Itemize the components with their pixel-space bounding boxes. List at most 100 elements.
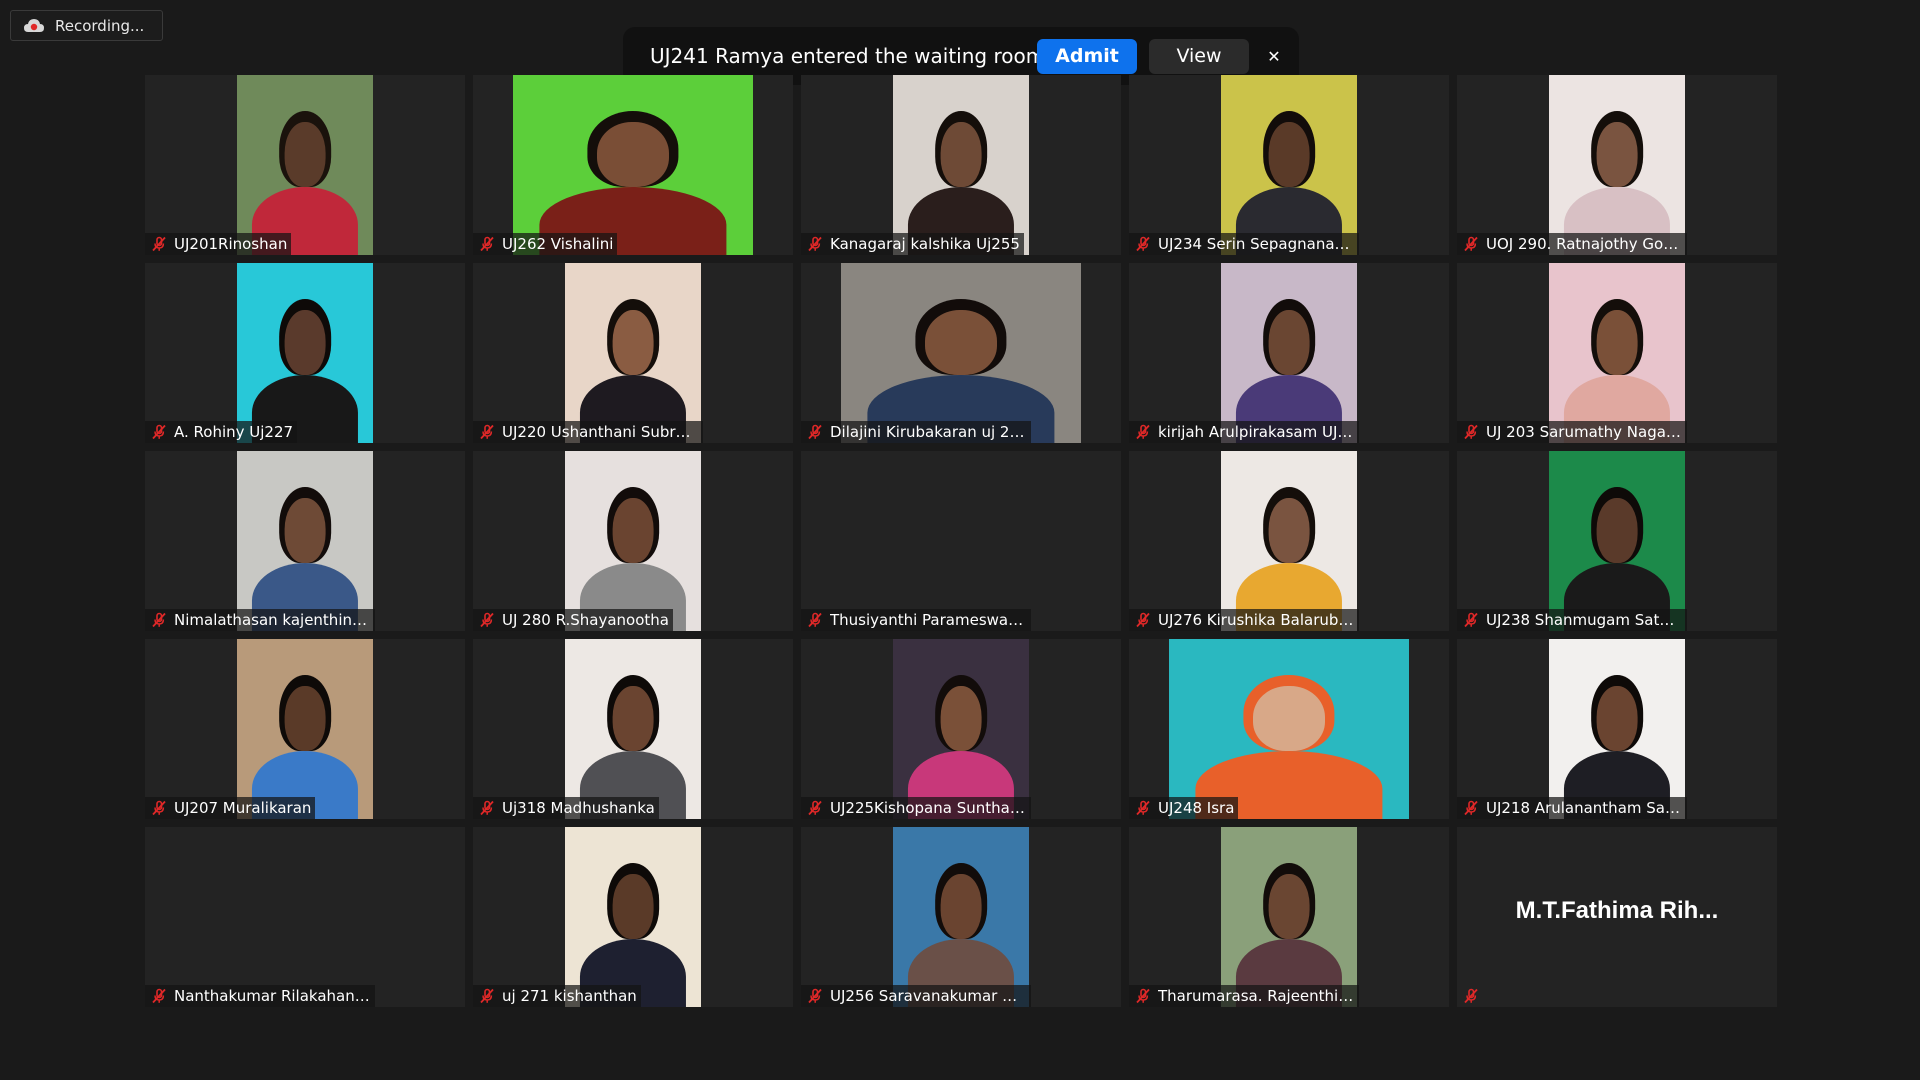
participant-name-bar: UJ248 Isra	[1129, 797, 1239, 819]
muted-mic-icon	[479, 800, 495, 816]
participant-name: Kanagaraj kalshika Uj255	[830, 235, 1020, 253]
participant-tile[interactable]: UJ276 Kirushika Balaruban	[1129, 451, 1449, 631]
participant-name: UOJ 290. Ratnajothy Gow...	[1486, 235, 1683, 253]
participant-video	[841, 263, 1081, 443]
participant-name: UJ238 Shanmugam Satha...	[1486, 611, 1683, 629]
recording-indicator[interactable]: Recording...	[10, 10, 163, 41]
muted-mic-icon	[807, 424, 823, 440]
participant-name-bar: UJ 203 Sarumathy Nagar...	[1457, 421, 1687, 443]
participant-name: UJ207 Muralikaran	[174, 799, 312, 817]
participant-video	[1221, 451, 1357, 631]
muted-mic-icon	[807, 800, 823, 816]
muted-mic-icon	[1135, 612, 1151, 628]
participant-tile[interactable]: UJ201Rinoshan	[145, 75, 465, 255]
participant-name-bar: UJ220 Ushanthani Subra...	[473, 421, 703, 443]
participant-name: UJ234 Serin Sepagnanara...	[1158, 235, 1355, 253]
muted-mic-icon	[1135, 236, 1151, 252]
participant-tile[interactable]: UJ207 Muralikaran	[145, 639, 465, 819]
participant-tile[interactable]: UJ 280 R.Shayanootha	[473, 451, 793, 631]
participant-name: UJ 203 Sarumathy Nagar...	[1486, 423, 1683, 441]
participant-video	[1549, 639, 1685, 819]
muted-mic-icon	[151, 236, 167, 252]
participant-name: Thusiyanthi Parameswara...	[830, 611, 1027, 629]
participant-tile[interactable]: M.T.Fathima Rih...	[1457, 827, 1777, 1007]
participant-video	[237, 639, 373, 819]
participant-name: Nimalathasan kajenthini ...	[174, 611, 371, 629]
muted-mic-icon	[1135, 800, 1151, 816]
participant-name-bar: UJ218 Arulanantham San...	[1457, 797, 1687, 819]
cloud-recording-icon	[23, 18, 45, 34]
participant-name-bar: A. Rohiny Uj227	[145, 421, 298, 443]
participant-name: UJ201Rinoshan	[174, 235, 288, 253]
muted-mic-icon	[1463, 800, 1479, 816]
muted-mic-icon	[1463, 612, 1479, 628]
participant-tile[interactable]: Nimalathasan kajenthini ...	[145, 451, 465, 631]
participant-tile[interactable]: UJ262 Vishalini	[473, 75, 793, 255]
participant-name: UJ262 Vishalini	[502, 235, 614, 253]
participant-tile[interactable]: UJ 203 Sarumathy Nagar...	[1457, 263, 1777, 443]
participant-name-bar: UJ 280 R.Shayanootha	[473, 609, 673, 631]
participant-video	[1221, 827, 1357, 1007]
participant-tile[interactable]: UJ225Kishopana Sunthar...	[801, 639, 1121, 819]
participant-video	[237, 263, 373, 443]
recording-label: Recording...	[55, 16, 145, 35]
participant-name-bar: UJ207 Muralikaran	[145, 797, 316, 819]
participant-video	[237, 75, 373, 255]
muted-mic-icon	[1463, 988, 1479, 1004]
participant-video	[565, 263, 701, 443]
participant-name-bar: UJ238 Shanmugam Satha...	[1457, 609, 1687, 631]
participant-name-bar: Thusiyanthi Parameswara...	[801, 609, 1031, 631]
participant-name-bar: Nimalathasan kajenthini ...	[145, 609, 375, 631]
participant-tile[interactable]: kirijah Arulpirakasam UJ2...	[1129, 263, 1449, 443]
participant-name: uj 271 kishanthan	[502, 987, 637, 1005]
view-button[interactable]: View	[1149, 38, 1249, 74]
muted-mic-icon	[807, 988, 823, 1004]
muted-mic-icon	[479, 236, 495, 252]
muted-mic-icon	[479, 612, 495, 628]
gallery-view: UJ201Rinoshan UJ262 Vishalini Kanagaraj ka…	[145, 75, 1777, 1007]
participant-name-bar: Uj318 Madhushanka	[473, 797, 659, 819]
participant-tile[interactable]: UJ238 Shanmugam Satha...	[1457, 451, 1777, 631]
participant-tile[interactable]: Kanagaraj kalshika Uj255	[801, 75, 1121, 255]
participant-tile[interactable]: Uj318 Madhushanka	[473, 639, 793, 819]
muted-mic-icon	[807, 612, 823, 628]
participant-tile[interactable]: A. Rohiny Uj227	[145, 263, 465, 443]
participant-name: UJ225Kishopana Sunthar...	[830, 799, 1027, 817]
participant-video	[893, 827, 1029, 1007]
participant-tile[interactable]: Nanthakumar Rilakahana ...	[145, 827, 465, 1007]
participant-name-bar: Tharumarasa. Rajeenthini ...	[1129, 985, 1359, 1007]
participant-name: A. Rohiny Uj227	[174, 423, 294, 441]
participant-tile[interactable]: UJ218 Arulanantham San...	[1457, 639, 1777, 819]
participant-tile[interactable]: UJ220 Ushanthani Subra...	[473, 263, 793, 443]
participant-tile[interactable]: Tharumarasa. Rajeenthini ...	[1129, 827, 1449, 1007]
participant-name: UJ 280 R.Shayanootha	[502, 611, 669, 629]
participant-tile[interactable]: UJ256 Saravanakumar Vi...	[801, 827, 1121, 1007]
muted-mic-icon	[807, 236, 823, 252]
participant-video	[893, 75, 1029, 255]
participant-tile[interactable]: UOJ 290. Ratnajothy Gow...	[1457, 75, 1777, 255]
muted-mic-icon	[479, 988, 495, 1004]
participant-name-bar: UJ225Kishopana Sunthar...	[801, 797, 1031, 819]
participant-name-bar: UJ234 Serin Sepagnanara...	[1129, 233, 1359, 255]
participant-tile[interactable]: UJ234 Serin Sepagnanara...	[1129, 75, 1449, 255]
muted-mic-icon	[151, 800, 167, 816]
waiting-room-message: UJ241 Ramya entered the waiting room	[650, 44, 1046, 68]
muted-mic-icon	[1463, 236, 1479, 252]
participant-name: UJ218 Arulanantham San...	[1486, 799, 1683, 817]
meeting-window: Recording... UJ241 Ramya entered the wai…	[0, 0, 1920, 1080]
participant-tile[interactable]: uj 271 kishanthan	[473, 827, 793, 1007]
participant-name-bar: Dilajini Kirubakaran uj 272	[801, 421, 1031, 443]
participant-tile[interactable]: Thusiyanthi Parameswara...	[801, 451, 1121, 631]
participant-name-bar: UJ201Rinoshan	[145, 233, 292, 255]
admit-button[interactable]: Admit	[1037, 38, 1137, 74]
participant-tile[interactable]: UJ248 Isra	[1129, 639, 1449, 819]
muted-mic-icon	[151, 988, 167, 1004]
participant-tile[interactable]: Dilajini Kirubakaran uj 272	[801, 263, 1121, 443]
muted-mic-icon	[151, 424, 167, 440]
participant-video	[1221, 263, 1357, 443]
participant-name: UJ220 Ushanthani Subra...	[502, 423, 699, 441]
participant-video	[1549, 451, 1685, 631]
participant-video	[513, 75, 753, 255]
close-icon[interactable]: ✕	[1263, 45, 1285, 67]
participant-video	[1221, 75, 1357, 255]
